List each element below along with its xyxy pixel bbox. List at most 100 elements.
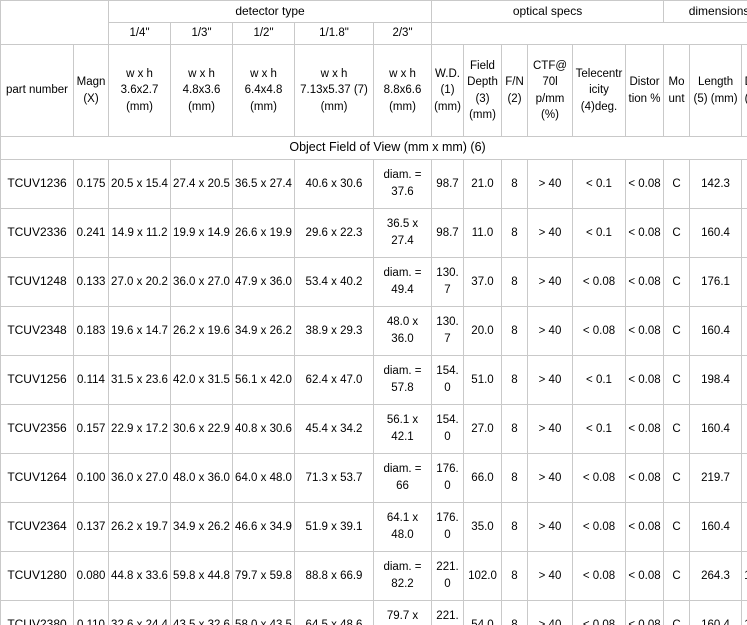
mount-type: C: [663, 501, 691, 552]
diameter-value: 75.0: [741, 256, 747, 307]
f-number: 8: [501, 354, 528, 405]
fov-quarter-inch: 26.2 x 19.7: [108, 501, 171, 552]
field-depth: 37.0: [463, 256, 502, 307]
diameter-value: 61.0: [741, 207, 747, 258]
part-number: TCUV1264: [0, 452, 74, 503]
magnification: 0.114: [73, 354, 109, 405]
length-value: 160.4: [689, 305, 743, 356]
diameter-value: 61.0: [741, 158, 747, 209]
distortion-value: < 0.08: [624, 207, 665, 258]
column-title-working-distance: W.D. (1) (mm): [431, 44, 464, 138]
length-value: 160.4: [689, 599, 743, 625]
fov-quarter-inch: 27.0 x 20.2: [108, 256, 171, 307]
fov-1-1-8-inch: 53.4 x 40.2: [294, 256, 374, 307]
fov-two-thirds-inch: 79.7 x 59.8: [373, 599, 432, 625]
field-depth: 27.0: [463, 403, 502, 454]
mount-type: C: [663, 256, 691, 307]
f-number: 8: [501, 599, 528, 625]
fov-third-inch: 19.9 x 14.9: [170, 207, 233, 258]
fov-quarter-inch: 44.8 x 33.6: [108, 550, 171, 601]
field-depth: 21.0: [463, 158, 502, 209]
table-row: TCUV1264 0.100 36.0 x 27.0 48.0 x 36.0 64.0 …: [0, 452, 747, 503]
fov-1-1-8-inch: 71.3 x 53.7: [294, 452, 374, 503]
fov-two-thirds-inch: 64.1 x 48.0: [373, 501, 432, 552]
fov-quarter-inch: 20.5 x 15.4: [108, 158, 171, 209]
length-value: 198.4: [689, 354, 743, 405]
fov-half-inch: 46.6 x 34.9: [232, 501, 295, 552]
group-header-row: detector type optical specs dimensions: [0, 0, 747, 46]
telecentricity-value: < 0.08: [572, 452, 626, 503]
length-value: 160.4: [689, 207, 743, 258]
mount-type: C: [663, 452, 691, 503]
fov-two-thirds-inch: 48.0 x 36.0: [373, 305, 432, 356]
length-value: 264.3: [689, 550, 743, 601]
fov-1-1-8-inch: 38.9 x 29.3: [294, 305, 374, 356]
ctf-value: > 40: [527, 305, 573, 356]
f-number: 8: [501, 158, 528, 209]
magnification: 0.157: [73, 403, 109, 454]
column-title-detector-1-1-8: w x h 7.13x5.37 (7) (mm): [294, 44, 374, 138]
length-value: 176.1: [689, 256, 743, 307]
column-title-detector-quarter: w x h 3.6x2.7 (mm): [108, 44, 171, 138]
column-title-detector-third: w x h 4.8x3.6 (mm): [170, 44, 233, 138]
mount-type: C: [663, 158, 691, 209]
length-value: 160.4: [689, 403, 743, 454]
magnification: 0.241: [73, 207, 109, 258]
sensor-row-blank-cell: [430, 22, 747, 46]
mount-type: C: [663, 354, 691, 405]
column-title-field-depth: Field Depth (3) (mm): [463, 44, 502, 138]
working-distance: 130.7: [431, 256, 464, 307]
sensor-size-row: 1/4" 1/3" 1/2" 1/1.8" 2/3": [1, 22, 747, 46]
fov-1-1-8-inch: 40.6 x 30.6: [294, 158, 374, 209]
group-header-dimensions: dimensions: [663, 0, 747, 24]
fov-quarter-inch: 31.5 x 23.6: [108, 354, 171, 405]
diameter-value: 80.0: [741, 403, 747, 454]
table-row: TCUV1236 0.175 20.5 x 15.4 27.4 x 20.5 36.5 …: [0, 158, 747, 209]
fov-half-inch: 40.8 x 30.6: [232, 403, 295, 454]
f-number: 8: [501, 452, 528, 503]
table-data-body: TCUV1236 0.175 20.5 x 15.4 27.4 x 20.5 36.5 …: [0, 158, 747, 625]
spec-table-container: detector type optical specs dimensions 1…: [0, 0, 747, 625]
part-number: TCUV2380: [0, 599, 74, 625]
diameter-value: 100.0: [741, 501, 747, 552]
distortion-value: < 0.08: [624, 550, 665, 601]
working-distance: 154.0: [431, 403, 464, 454]
fov-half-inch: 26.6 x 19.9: [232, 207, 295, 258]
field-depth: 11.0: [463, 207, 502, 258]
f-number: 8: [501, 256, 528, 307]
fov-1-1-8-inch: 62.4 x 47.0: [294, 354, 374, 405]
column-title-magnification: Magn (X): [73, 44, 109, 138]
fov-third-inch: 26.2 x 19.6: [170, 305, 233, 356]
ctf-value: > 40: [527, 158, 573, 209]
distortion-value: < 0.08: [624, 599, 665, 625]
fov-1-1-8-inch: 64.5 x 48.6: [294, 599, 374, 625]
object-field-of-view-banner: Object Field of View (mm x mm) (6): [0, 136, 747, 160]
fov-third-inch: 59.8 x 44.8: [170, 550, 233, 601]
magnification: 0.133: [73, 256, 109, 307]
magnification: 0.080: [73, 550, 109, 601]
fov-half-inch: 47.9 x 36.0: [232, 256, 295, 307]
part-number: TCUV1236: [0, 158, 74, 209]
f-number: 8: [501, 501, 528, 552]
working-distance: 130.7: [431, 305, 464, 356]
telecentricity-value: < 0.08: [572, 550, 626, 601]
working-distance: 98.7: [431, 158, 464, 209]
fov-two-thirds-inch: 56.1 x 42.1: [373, 403, 432, 454]
working-distance: 221.0: [431, 550, 464, 601]
working-distance: 154.0: [431, 354, 464, 405]
distortion-value: < 0.08: [624, 305, 665, 356]
group-header-optical-specs: optical specs: [430, 0, 665, 24]
magnification: 0.175: [73, 158, 109, 209]
fov-two-thirds-inch: diam. = 57.8: [373, 354, 432, 405]
working-distance: 221.0: [431, 599, 464, 625]
fov-third-inch: 36.0 x 27.0: [170, 256, 233, 307]
field-depth: 20.0: [463, 305, 502, 356]
fov-1-1-8-inch: 88.8 x 66.9: [294, 550, 374, 601]
fov-1-1-8-inch: 45.4 x 34.2: [294, 403, 374, 454]
diameter-value: 116.0: [741, 599, 747, 625]
part-number: TCUV2336: [0, 207, 74, 258]
mount-type: C: [663, 550, 691, 601]
distortion-value: < 0.08: [624, 354, 665, 405]
part-number: TCUV1280: [0, 550, 74, 601]
ctf-value: > 40: [527, 599, 573, 625]
